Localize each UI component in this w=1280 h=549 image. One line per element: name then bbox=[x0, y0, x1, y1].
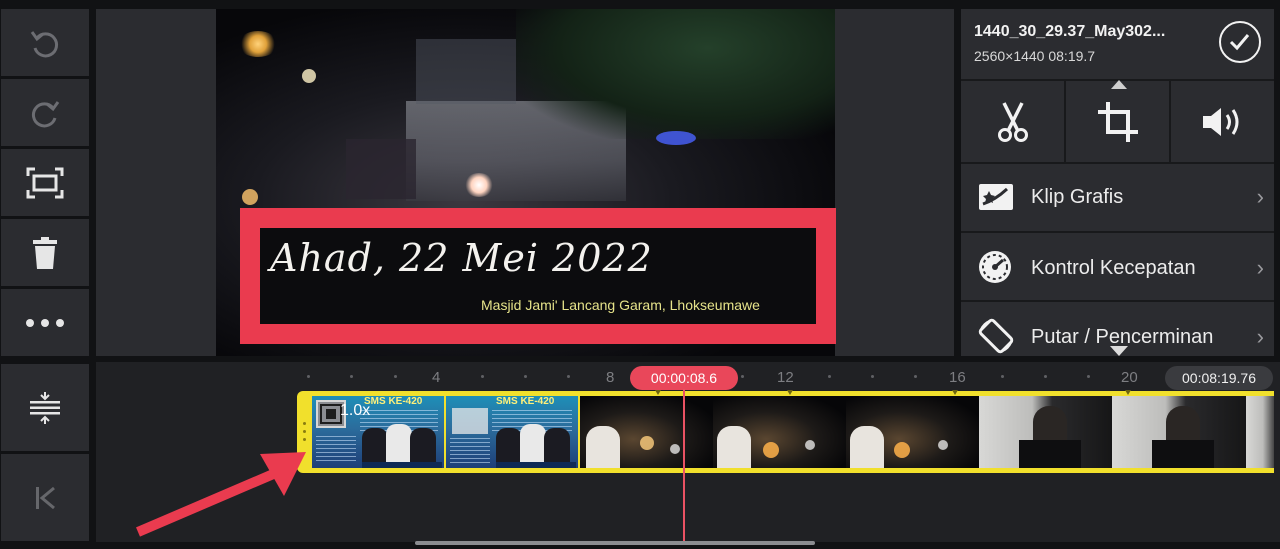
clip-thumbnail bbox=[1112, 396, 1246, 468]
ruler-dot bbox=[394, 375, 397, 378]
crop-expand-marker bbox=[1111, 80, 1127, 89]
fit-screen-button[interactable] bbox=[1, 149, 89, 216]
fit-screen-icon bbox=[26, 167, 64, 198]
delete-button[interactable] bbox=[1, 219, 89, 286]
redo-icon bbox=[31, 100, 60, 127]
clip-thumbnail bbox=[1246, 396, 1274, 468]
ruler-dot bbox=[828, 375, 831, 378]
car bbox=[346, 139, 416, 199]
ruler-dot bbox=[481, 375, 484, 378]
clip-edit-panel: 1440_30_29.37_May302... 2560×1440 08:19.… bbox=[961, 9, 1274, 356]
building bbox=[416, 39, 516, 104]
ruler-dot bbox=[524, 375, 527, 378]
clip-speed-label: 1.0x bbox=[340, 402, 371, 419]
ruler-dot bbox=[350, 375, 353, 378]
track-height-button[interactable] bbox=[1, 364, 89, 451]
ruler-tick: 8 bbox=[606, 369, 615, 386]
chevron-right-icon: › bbox=[1256, 255, 1264, 280]
ruler-tick: 12 bbox=[777, 369, 794, 386]
done-button[interactable] bbox=[1219, 21, 1261, 63]
subtitle-overlay-text: Masjid Jami' Lancang Garam, Lhokseumawe bbox=[481, 297, 760, 313]
ruler-tick: 20 bbox=[1121, 369, 1138, 386]
volume-icon bbox=[1202, 107, 1238, 136]
undo-button[interactable] bbox=[1, 9, 89, 76]
check-icon bbox=[1229, 34, 1250, 51]
home-indicator[interactable] bbox=[415, 541, 815, 545]
playhead-line[interactable] bbox=[683, 389, 685, 542]
menu-speed-control[interactable]: Kontrol Kecepatan › bbox=[961, 233, 1274, 300]
jump-to-start-icon bbox=[36, 486, 55, 509]
street-light bbox=[238, 31, 278, 57]
crop-tool-button[interactable] bbox=[1066, 81, 1169, 162]
ruler-dot bbox=[1087, 375, 1090, 378]
clip-thumbnail bbox=[979, 396, 1112, 468]
ruler-dot bbox=[741, 375, 744, 378]
rotate-icon bbox=[978, 318, 1014, 354]
ruler-tick: 4 bbox=[432, 369, 441, 386]
total-duration: 00:08:19.76 bbox=[1165, 366, 1273, 390]
clip-info-header: 1440_30_29.37_May302... 2560×1440 08:19.… bbox=[961, 9, 1274, 79]
clip-thumbnail: SMS KE-420 bbox=[446, 396, 578, 468]
lamp-light bbox=[302, 69, 316, 83]
graphic-clip-icon bbox=[979, 184, 1013, 210]
playhead-time: 00:00:08.6 bbox=[630, 366, 738, 390]
ruler-dot bbox=[871, 375, 874, 378]
ruler-dot bbox=[1001, 375, 1004, 378]
poster-heading: SMS KE-420 bbox=[364, 396, 423, 407]
clip-filename: 1440_30_29.37_May302... bbox=[974, 23, 1166, 40]
poster-heading: SMS KE-420 bbox=[496, 396, 555, 407]
menu-label-speed-control: Kontrol Kecepatan bbox=[1031, 257, 1196, 279]
chevron-right-icon: › bbox=[1256, 324, 1264, 349]
ruler-dot bbox=[307, 375, 310, 378]
ruler-dot bbox=[914, 375, 917, 378]
menu-label-graphic-clip: Klip Grafis bbox=[1031, 186, 1124, 208]
undo-icon bbox=[30, 30, 59, 57]
redo-button[interactable] bbox=[1, 79, 89, 146]
clip-meta: 2560×1440 08:19.7 bbox=[974, 48, 1096, 64]
blue-light bbox=[656, 131, 696, 145]
crop-icon bbox=[1097, 101, 1138, 142]
ruler-dot bbox=[567, 375, 570, 378]
clip-thumbnail bbox=[846, 396, 979, 468]
scissors-icon bbox=[997, 101, 1028, 142]
more-dots-icon bbox=[26, 318, 64, 327]
volume-tool-button[interactable] bbox=[1171, 81, 1274, 162]
chevron-right-icon: › bbox=[1256, 184, 1264, 209]
trees bbox=[516, 9, 835, 139]
track-height-icon bbox=[30, 391, 60, 424]
title-overlay-text: Ahad, 22 Mei 2022 bbox=[270, 236, 653, 280]
more-button[interactable] bbox=[1, 289, 89, 356]
annotation-arrow bbox=[136, 452, 306, 537]
headlight bbox=[464, 173, 494, 197]
split-tool-button[interactable] bbox=[961, 81, 1064, 162]
speedometer-icon bbox=[979, 251, 1011, 283]
jump-to-start-button[interactable] bbox=[1, 454, 89, 541]
scroll-down-marker bbox=[1110, 346, 1128, 356]
menu-graphic-clip[interactable]: Klip Grafis › bbox=[961, 164, 1274, 231]
lamp-light-2 bbox=[242, 189, 258, 205]
trash-icon bbox=[33, 236, 57, 269]
clip-thumbnail bbox=[713, 396, 846, 468]
ruler-tick: 16 bbox=[949, 369, 966, 386]
ruler-dot bbox=[1044, 375, 1047, 378]
clip-thumbnail bbox=[580, 396, 713, 468]
